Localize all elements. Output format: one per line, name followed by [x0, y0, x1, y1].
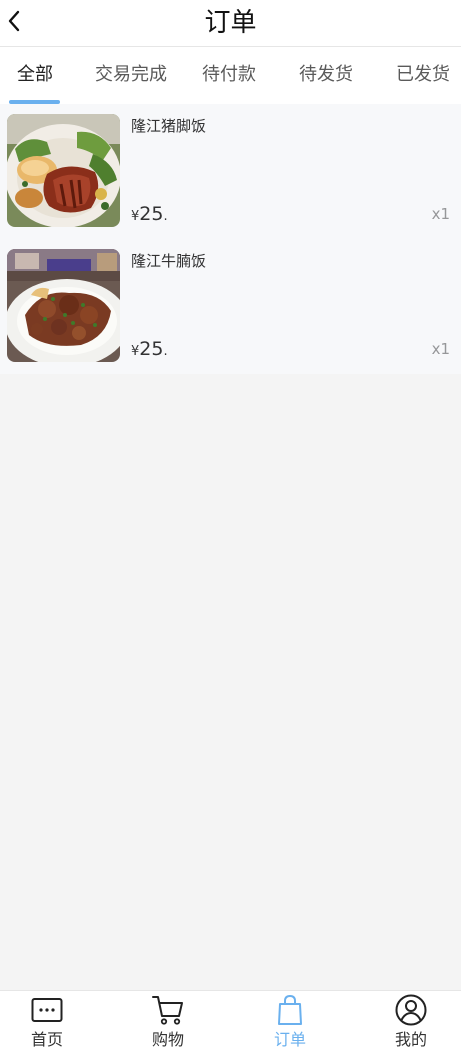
nav-label: 首页	[30, 1030, 63, 1048]
user-icon	[395, 994, 427, 1026]
product-price: ¥25.	[131, 338, 168, 360]
product-thumbnail	[7, 114, 120, 227]
beef-brisket-rice-photo	[7, 249, 120, 362]
nav-label: 购物	[151, 1030, 184, 1048]
nav-item-home[interactable]: 首页	[7, 991, 87, 1048]
nav-item-shop[interactable]: 购物	[128, 991, 208, 1048]
product-quantity: x1	[431, 340, 450, 358]
nav-bar: 订单	[0, 0, 461, 47]
orders-page: 订单 全部 交易完成 待付款 待发货 已发货 隆江猪脚饭 ¥25. x1 隆江牛…	[0, 0, 461, 1048]
nav-item-orders[interactable]: 订单	[250, 991, 330, 1048]
tab-completed[interactable]: 交易完成	[95, 47, 167, 104]
price-value: 25	[139, 203, 164, 225]
order-status-tabs: 全部 交易完成 待付款 待发货 已发货	[0, 47, 461, 104]
order-item[interactable]: 隆江猪脚饭 ¥25. x1	[0, 104, 461, 239]
price-suffix: .	[163, 344, 168, 359]
tab-shipped[interactable]: 已发货	[396, 47, 450, 104]
bottom-tab-bar: 首页 购物 订单 我的	[0, 990, 461, 1048]
product-thumbnail	[7, 249, 120, 362]
cart-icon	[152, 996, 183, 1025]
price-suffix: .	[163, 209, 168, 224]
nav-label: 我的	[394, 1030, 427, 1048]
page-title: 订单	[204, 8, 257, 38]
nav-label: 订单	[273, 1030, 306, 1048]
product-price: ¥25.	[131, 203, 168, 225]
product-quantity: x1	[431, 205, 450, 223]
nav-item-profile[interactable]: 我的	[371, 991, 451, 1048]
product-name: 隆江牛腩饭	[131, 252, 207, 270]
product-name: 隆江猪脚饭	[131, 117, 207, 135]
home-icon	[31, 998, 63, 1022]
pork-knuckle-rice-photo	[7, 114, 120, 227]
order-list: 隆江猪脚饭 ¥25. x1 隆江牛腩饭 ¥25. x1	[0, 104, 461, 374]
order-item[interactable]: 隆江牛腩饭 ¥25. x1	[0, 239, 461, 374]
tab-all[interactable]: 全部	[17, 47, 53, 104]
price-value: 25	[139, 338, 164, 360]
tab-pending-shipment[interactable]: 待发货	[299, 47, 353, 104]
bag-icon	[278, 994, 302, 1025]
tab-pending-payment[interactable]: 待付款	[202, 47, 256, 104]
